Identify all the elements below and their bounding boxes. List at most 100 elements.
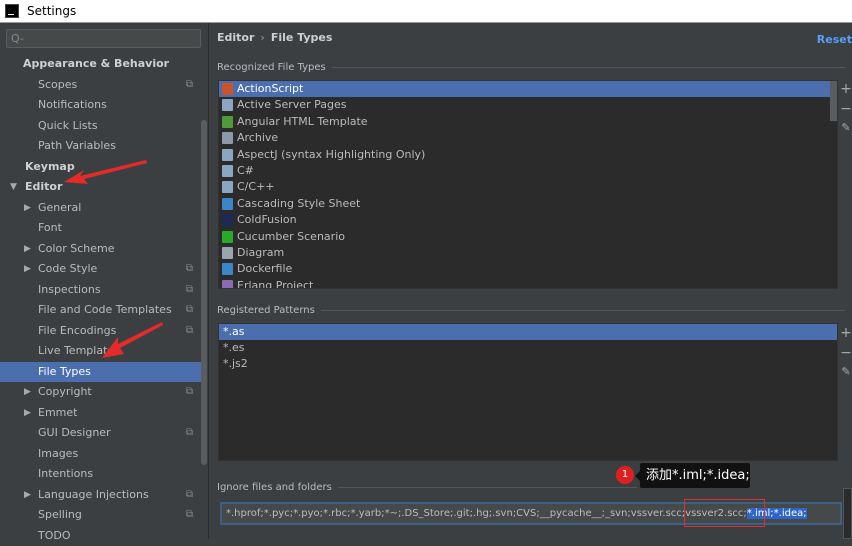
annotation-badge: 1 xyxy=(616,466,634,484)
sidebar-item[interactable]: ▶ Copyright ⧉ xyxy=(0,382,201,402)
file-type-label: Dockerfile xyxy=(237,262,293,276)
file-type-row[interactable]: Cascading Style Sheet xyxy=(219,196,837,212)
file-type-label: AspectJ (syntax Highlighting Only) xyxy=(237,147,426,161)
sidebar-item[interactable]: ▼ Editor xyxy=(0,177,201,197)
breadcrumb-separator: › xyxy=(260,31,265,44)
sidebar-item[interactable]: ▶ General xyxy=(0,198,201,218)
sidebar-item[interactable]: ▶ Color Scheme xyxy=(0,239,201,259)
sidebar-item[interactable]: Font xyxy=(0,218,201,238)
sidebar-item[interactable]: Path Variables xyxy=(0,136,201,156)
sidebar-item-label: Copyright xyxy=(38,385,92,398)
reset-link[interactable]: Reset xyxy=(817,33,852,46)
sidebar-item[interactable]: ▶ Code Style ⧉ xyxy=(0,259,201,279)
project-scope-icon: ⧉ xyxy=(185,509,193,520)
sidebar-item[interactable]: File Types xyxy=(0,361,201,382)
sidebar-item-label: Quick Lists xyxy=(38,118,98,132)
sidebar-item-label: Images xyxy=(38,446,79,460)
collapsed-arrow-icon[interactable]: ▶ xyxy=(24,382,31,402)
section-title: Ignore files and folders xyxy=(217,482,332,493)
sidebar-item[interactable]: File Encodings ⧉ xyxy=(0,321,201,341)
add-file-type-button[interactable]: + xyxy=(840,81,852,97)
edit-pattern-icon[interactable]: ✎ xyxy=(840,365,852,378)
file-type-label: Cucumber Scenario xyxy=(237,229,345,243)
file-type-row[interactable]: Diagram xyxy=(219,245,837,261)
sidebar-item[interactable]: Intentions xyxy=(0,464,201,484)
ignore-value: *.hprof;*.pyc;*.pyo;*.rbc;*.yarb;*~;.DS_… xyxy=(226,508,747,519)
file-type-icon xyxy=(222,132,233,145)
collapsed-arrow-icon[interactable]: ▶ xyxy=(24,403,31,423)
collapsed-arrow-icon[interactable]: ▶ xyxy=(24,239,31,259)
sidebar-item-label: Color Scheme xyxy=(38,241,115,255)
sidebar-item-label: Code Style xyxy=(38,262,98,275)
file-type-label: Angular HTML Template xyxy=(237,114,368,128)
file-type-row[interactable]: ColdFusion xyxy=(219,212,837,228)
sidebar-item-label: File Encodings xyxy=(38,323,117,337)
file-type-row[interactable]: Archive xyxy=(219,130,837,146)
file-type-row[interactable]: Angular HTML Template xyxy=(219,114,837,130)
file-type-row[interactable]: C# xyxy=(219,163,837,179)
sidebar-item-label: Inspections xyxy=(38,282,101,296)
file-type-icon xyxy=(222,115,233,128)
file-types-panel: Editor › File Types Reset Recognized File … xyxy=(210,23,852,539)
settings-search-input[interactable]: Q- xyxy=(6,29,201,48)
section-title: Recognized File Types xyxy=(217,62,326,73)
sidebar-item[interactable]: Keymap xyxy=(0,157,201,177)
registered-patterns-list[interactable]: *.as *.es *.js2 xyxy=(218,323,838,461)
file-type-label: ActionScript xyxy=(237,82,304,95)
sidebar-item[interactable]: Spelling ⧉ xyxy=(0,505,201,525)
sidebar-item[interactable]: Images xyxy=(0,444,201,464)
collapsed-arrow-icon[interactable]: ▶ xyxy=(24,198,31,218)
file-type-label: Cascading Style Sheet xyxy=(237,196,361,210)
sidebar-item[interactable]: GUI Designer ⧉ xyxy=(0,423,201,443)
sidebar-item-label: Notifications xyxy=(38,98,107,111)
project-scope-icon: ⧉ xyxy=(185,386,193,397)
file-type-row[interactable]: AspectJ (syntax Highlighting Only) xyxy=(219,147,837,163)
pattern-row[interactable]: *.es xyxy=(219,340,837,356)
file-type-icon xyxy=(222,214,233,227)
project-scope-icon: ⧉ xyxy=(185,427,193,438)
sidebar-item[interactable]: Quick Lists xyxy=(0,116,201,136)
file-type-icon xyxy=(222,148,233,161)
sidebar-item[interactable]: Inspections ⧉ xyxy=(0,280,201,300)
sidebar-item[interactable]: ▶ Emmet xyxy=(0,403,201,423)
project-scope-icon: ⧉ xyxy=(185,283,193,295)
sidebar-item[interactable]: Scopes ⧉ xyxy=(0,75,201,95)
file-type-icon xyxy=(222,83,233,95)
file-type-icon xyxy=(222,99,233,112)
sidebar-item[interactable]: Notifications xyxy=(0,95,201,115)
file-type-row[interactable]: C/C++ xyxy=(219,179,837,195)
add-pattern-button[interactable]: + xyxy=(840,325,852,341)
sidebar-item-label: Font xyxy=(38,221,62,234)
sidebar-item-label: File and Code Templates xyxy=(38,303,172,316)
remove-pattern-button[interactable]: − xyxy=(840,345,852,361)
recognized-file-types-list[interactable]: ActionScript Active Server Pages Angular H… xyxy=(218,80,838,289)
file-type-icon xyxy=(222,164,233,177)
sidebar-scrollbar[interactable] xyxy=(201,120,207,465)
file-type-row[interactable]: ActionScript xyxy=(219,81,837,98)
expanded-arrow-icon[interactable]: ▼ xyxy=(10,177,17,197)
breadcrumb-editor[interactable]: Editor xyxy=(217,31,254,44)
ignore-files-label: Ignore files and folders xyxy=(217,482,637,493)
file-type-icon xyxy=(222,181,233,194)
file-type-row[interactable]: Dockerfile xyxy=(219,261,837,277)
file-type-row[interactable]: Cucumber Scenario xyxy=(219,229,837,245)
window-title: Settings xyxy=(27,4,77,18)
sidebar-item[interactable]: File and Code Templates ⧉ xyxy=(0,300,201,320)
collapsed-arrow-icon[interactable]: ▶ xyxy=(24,485,31,505)
edit-file-type-icon[interactable]: ✎ xyxy=(840,121,852,134)
pattern-row[interactable]: *.js2 xyxy=(219,356,837,372)
remove-file-type-button[interactable]: − xyxy=(840,101,852,117)
breadcrumb: Editor › File Types xyxy=(217,31,332,44)
file-types-scrollbar[interactable] xyxy=(830,81,837,121)
project-scope-icon: ⧉ xyxy=(185,78,193,90)
file-type-label: Archive xyxy=(237,131,279,145)
file-type-row[interactable]: Active Server Pages xyxy=(219,97,837,113)
file-type-row[interactable]: Erlang Project xyxy=(219,278,837,288)
sidebar-item-label: General xyxy=(38,200,82,214)
collapsed-arrow-icon[interactable]: ▶ xyxy=(24,259,31,279)
sidebar-item[interactable]: TODO xyxy=(0,526,201,546)
sidebar-item[interactable]: Appearance & Behavior xyxy=(0,54,201,74)
pattern-row[interactable]: *.as xyxy=(219,324,837,340)
sidebar-item[interactable]: ▶ Language Injections ⧉ xyxy=(0,485,201,505)
sidebar-item[interactable]: Live Templates xyxy=(0,341,201,361)
